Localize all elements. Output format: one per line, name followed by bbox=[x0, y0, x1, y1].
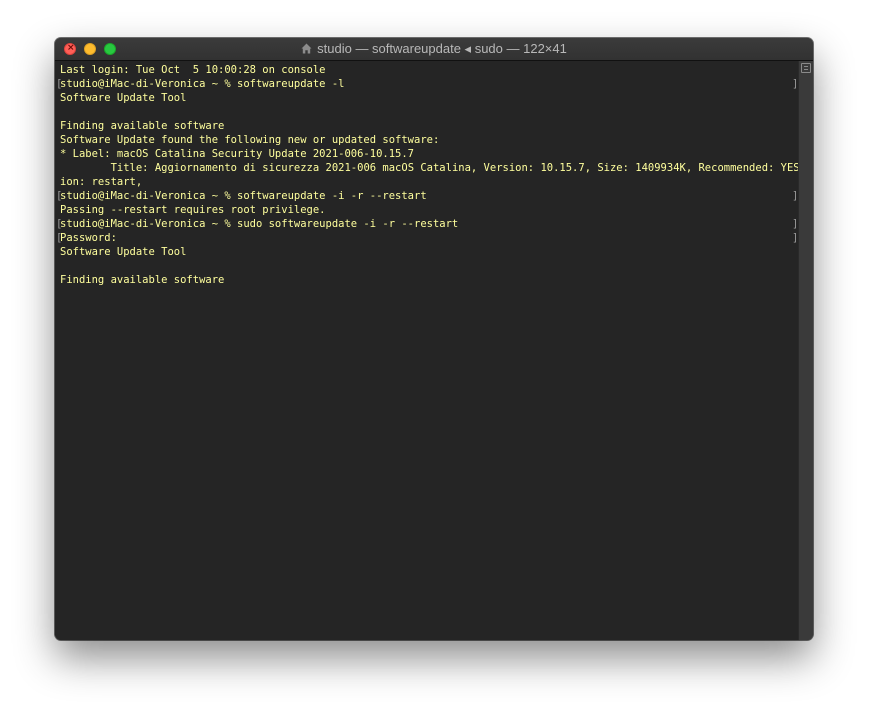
title-bar[interactable]: × studio — softwareupdate ◂ sudo — 122×4… bbox=[55, 38, 813, 61]
terminal-line: Passing --restart requires root privileg… bbox=[60, 204, 326, 216]
terminal-line: ion: restart, bbox=[60, 176, 143, 188]
terminal-content[interactable]: Last login: Tue Oct 5 10:00:28 on consol… bbox=[55, 61, 813, 640]
terminal-line: Finding available software bbox=[60, 274, 225, 286]
terminal-line: studio@iMac-di-Veronica ~ % sudo softwar… bbox=[60, 218, 459, 230]
terminal-window: × studio — softwareupdate ◂ sudo — 122×4… bbox=[55, 38, 813, 640]
terminal-line: Password: bbox=[60, 232, 117, 244]
terminal-line: Finding available software bbox=[60, 120, 225, 132]
scrollbar-list-icon[interactable] bbox=[801, 63, 811, 73]
terminal-line: Title: Aggiornamento di sicurezza 2021-0… bbox=[60, 162, 813, 174]
terminal-line: Last login: Tue Oct 5 10:00:28 on consol… bbox=[60, 64, 326, 76]
terminal-line: Software Update Tool bbox=[60, 246, 187, 258]
terminal-line: studio@iMac-di-Veronica ~ % softwareupda… bbox=[60, 190, 427, 202]
home-icon bbox=[301, 42, 312, 54]
terminal-line: studio@iMac-di-Veronica ~ % softwareupda… bbox=[60, 78, 345, 90]
window-title: studio — softwareupdate ◂ sudo — 122×41 bbox=[55, 41, 813, 57]
window-title-text: studio — softwareupdate ◂ sudo — 122×41 bbox=[317, 41, 567, 56]
terminal-line: * Label: macOS Catalina Security Update … bbox=[60, 148, 415, 160]
terminal-line: Software Update found the following new … bbox=[60, 134, 440, 146]
terminal-line: Software Update Tool bbox=[60, 92, 187, 104]
vertical-scrollbar[interactable] bbox=[798, 61, 813, 640]
